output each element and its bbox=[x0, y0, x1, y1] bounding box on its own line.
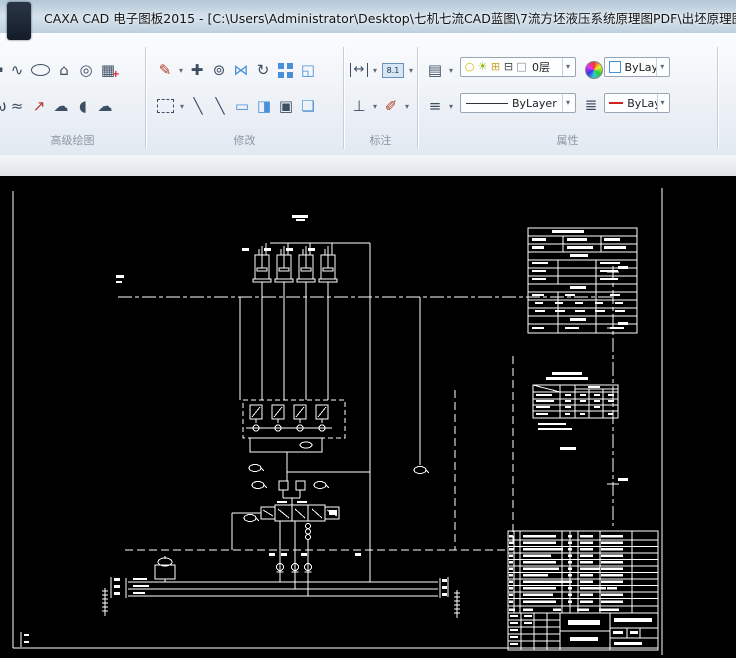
stretch-tool-icon[interactable] bbox=[157, 99, 174, 113]
color-value: ByLay bbox=[625, 61, 657, 74]
color-swatch-icon bbox=[609, 61, 621, 73]
panel-modify: ✎ ▾ ✚ ⊚ ⋈ ↻ ◱ ▾ ╲ ╲ ▭ ◨ ▣ ❏ 修改 bbox=[146, 33, 343, 155]
chevron-down-icon[interactable]: ▾ bbox=[406, 66, 416, 75]
linetype-list-icon[interactable]: ≣ bbox=[580, 93, 602, 117]
plus-badge-icon: + bbox=[112, 70, 120, 80]
application-window: CAXA CAD 电子图板2015 - [C:\Users\Administra… bbox=[0, 0, 736, 658]
scale-tool-icon[interactable]: ◱ bbox=[297, 58, 319, 82]
ellipse-tool-icon[interactable] bbox=[31, 64, 50, 76]
dimension-tool-icon[interactable]: ↔ bbox=[350, 63, 368, 77]
chevron-down-icon[interactable]: ▾ bbox=[446, 66, 456, 75]
parameter-table bbox=[528, 228, 637, 333]
polygon-tool-icon[interactable]: ⌂ bbox=[53, 58, 75, 82]
layer-settings-icon[interactable]: ▤ bbox=[424, 58, 446, 82]
layer-lock-icon: ⊞ bbox=[489, 55, 502, 79]
title-block bbox=[508, 531, 658, 650]
cone-tool-icon[interactable]: ◖ bbox=[72, 94, 94, 118]
text-edit-icon[interactable]: ✐ bbox=[380, 94, 402, 118]
copy-tool-icon[interactable]: ⊚ bbox=[208, 58, 230, 82]
line-color-select[interactable]: ByLay ▾ bbox=[604, 93, 670, 113]
extend-tool-icon[interactable]: ▭ bbox=[231, 94, 253, 118]
chevron-down-icon[interactable]: ▾ bbox=[402, 102, 412, 111]
panel-label-advanced-drawing: 高级绘图 bbox=[0, 132, 145, 148]
sheet-frame bbox=[13, 188, 662, 655]
trim-tool-icon[interactable]: ╲ bbox=[209, 94, 231, 118]
clipboard-tool-icon[interactable]: ◨ bbox=[253, 94, 275, 118]
cloud-shape-icon[interactable]: ☁ bbox=[94, 94, 116, 118]
manifold-lines bbox=[102, 556, 460, 618]
move-tool-icon[interactable]: ✚ bbox=[186, 58, 208, 82]
chevron-down-icon[interactable]: ▾ bbox=[562, 58, 573, 76]
panel-label-modify: 修改 bbox=[146, 132, 343, 148]
layer-freeze-icon: ☀ bbox=[476, 55, 489, 79]
wave-line-icon[interactable]: ≈ bbox=[6, 94, 28, 118]
directional-valve bbox=[232, 481, 361, 596]
panel-advanced-drawing: ▪ ∿ ⌂ ◎ ▦+ ω ≈ ↗ ☁ ◖ ☁ 高级绘图 bbox=[0, 33, 145, 155]
coordinate-dim-icon[interactable]: ⊥ bbox=[348, 94, 370, 118]
linetype-select[interactable]: ByLayer ▾ bbox=[460, 93, 576, 113]
overlap-squares-icon[interactable]: ❏ bbox=[297, 94, 319, 118]
formula-curve-icon[interactable]: ∿ bbox=[6, 58, 28, 82]
chevron-down-icon[interactable]: ▾ bbox=[176, 66, 186, 75]
color-select[interactable]: ByLay ▾ bbox=[604, 57, 670, 77]
line-width-icon[interactable]: ≡ bbox=[424, 94, 446, 118]
cylinders-group bbox=[240, 243, 429, 582]
rotate-tool-icon[interactable]: ↻ bbox=[252, 58, 274, 82]
panel-label-dimension: 标注 bbox=[344, 132, 417, 148]
ribbon-lower-strip bbox=[0, 155, 736, 177]
layer-on-icon: ○ bbox=[463, 55, 476, 79]
drawing-area[interactable] bbox=[0, 176, 736, 658]
revision-cloud-icon[interactable]: ☁ bbox=[50, 94, 72, 118]
panel-label-properties: 属性 bbox=[418, 132, 717, 148]
chevron-down-icon[interactable]: ▾ bbox=[446, 102, 456, 111]
array-tool-icon[interactable] bbox=[278, 63, 293, 78]
mirror-tool-icon[interactable]: ⋈ bbox=[230, 58, 252, 82]
linetype-value: ByLayer bbox=[512, 97, 557, 110]
layer-select[interactable]: ○ ☀ ⊞ ⊟ □ 0层 ▾ bbox=[460, 57, 576, 77]
color-wheel-icon[interactable] bbox=[585, 61, 603, 79]
arrow-tool-icon[interactable]: ↗ bbox=[28, 94, 50, 118]
eraser-pencil-icon[interactable]: ✎ bbox=[154, 58, 176, 82]
ribbon: ▪ ∿ ⌂ ◎ ▦+ ω ≈ ↗ ☁ ◖ ☁ 高级绘图 ✎ ▾ bbox=[0, 33, 736, 156]
linetype-sample-icon bbox=[466, 103, 508, 104]
panel-divider bbox=[717, 47, 719, 149]
titlebar: CAXA CAD 电子图板2015 - [C:\Users\Administra… bbox=[0, 0, 736, 34]
layer-print-icon: ⊟ bbox=[502, 55, 515, 79]
top-label bbox=[292, 215, 308, 221]
break-tool-icon[interactable]: ╲ bbox=[187, 94, 209, 118]
chevron-down-icon[interactable]: ▾ bbox=[656, 58, 667, 76]
app-menu-icon[interactable] bbox=[7, 2, 31, 40]
line-color-swatch-icon bbox=[609, 102, 623, 104]
chevron-down-icon[interactable]: ▾ bbox=[177, 102, 187, 111]
line-color-value: ByLay bbox=[627, 97, 657, 110]
cad-schematic bbox=[0, 176, 736, 658]
panel-properties: ▤ ▾ ≡ ▾ ○ ☀ ⊞ ⊟ □ 0层 ▾ ByLayer ▾ bbox=[418, 33, 717, 155]
table-tool-icon[interactable]: ▦+ bbox=[97, 58, 119, 82]
panel-dimension: ↔ ▾ 8.1 ▾ ⊥ ▾ ✐ ▾ 标注 bbox=[344, 33, 417, 155]
solid-box-icon[interactable]: ▣ bbox=[275, 94, 297, 118]
layer-color-icon: □ bbox=[515, 55, 528, 79]
chevron-down-icon[interactable]: ▾ bbox=[562, 94, 573, 112]
function-table bbox=[533, 372, 618, 450]
valve-station bbox=[243, 400, 370, 481]
layer-value: 0层 bbox=[532, 59, 550, 75]
tolerance-tool-icon[interactable]: 8.1 bbox=[382, 63, 404, 78]
centerlines bbox=[116, 266, 628, 550]
window-title: CAXA CAD 电子图板2015 - [C:\Users\Administra… bbox=[44, 8, 736, 27]
circle-tangent-icon[interactable]: ◎ bbox=[75, 58, 97, 82]
chevron-down-icon[interactable]: ▾ bbox=[657, 94, 667, 112]
chevron-down-icon[interactable]: ▾ bbox=[370, 66, 380, 75]
chevron-down-icon[interactable]: ▾ bbox=[370, 102, 380, 111]
